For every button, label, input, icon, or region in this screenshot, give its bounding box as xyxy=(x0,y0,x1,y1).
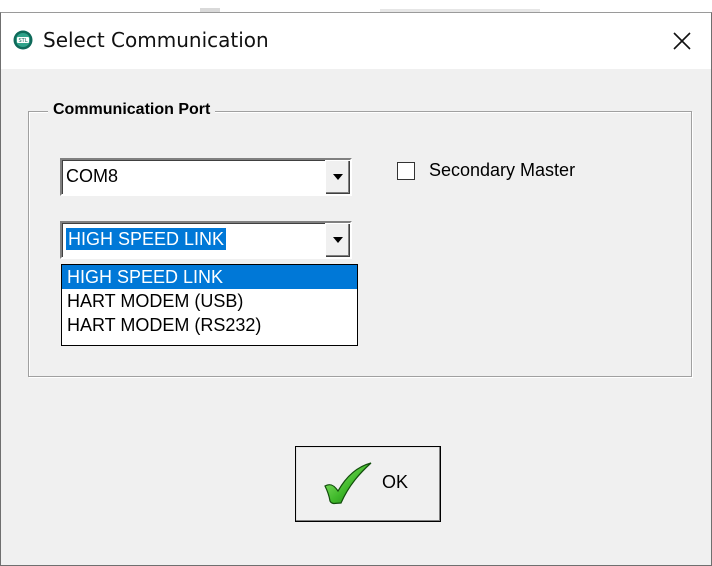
port-value: COM8 xyxy=(66,166,119,186)
checkmark-icon xyxy=(324,462,372,505)
link-dropdown-list: HIGH SPEED LINK HART MODEM (USB) HART MO… xyxy=(61,264,358,346)
secondary-master-checkbox[interactable] xyxy=(397,162,415,180)
group-label: Communication Port xyxy=(48,99,216,121)
chevron-down-icon xyxy=(333,237,343,243)
link-value: HIGH SPEED LINK xyxy=(66,228,227,250)
option-high-speed-link[interactable]: HIGH SPEED LINK xyxy=(62,265,357,289)
title-bar: STL Select Communication xyxy=(1,13,711,69)
ok-label: OK xyxy=(382,472,409,492)
app-icon: STL xyxy=(13,30,33,50)
port-combobox[interactable]: COM8 xyxy=(60,158,352,196)
desktop-background xyxy=(0,0,712,12)
link-dropdown-button[interactable] xyxy=(325,223,350,257)
ok-button[interactable]: OK xyxy=(295,446,441,522)
close-button[interactable] xyxy=(653,13,711,69)
chevron-down-icon xyxy=(333,174,343,180)
svg-text:STL: STL xyxy=(18,38,27,44)
dialog-window: STL Select Communication Communication P… xyxy=(0,12,712,566)
link-combobox[interactable]: HIGH SPEED LINK xyxy=(60,221,352,259)
secondary-master-label[interactable]: Secondary Master xyxy=(429,159,575,181)
close-icon xyxy=(673,32,691,50)
port-dropdown-button[interactable] xyxy=(325,160,350,194)
option-hart-modem-usb[interactable]: HART MODEM (USB) xyxy=(62,289,357,313)
option-hart-modem-rs232[interactable]: HART MODEM (RS232) xyxy=(62,313,357,337)
window-title: Select Communication xyxy=(43,28,269,52)
